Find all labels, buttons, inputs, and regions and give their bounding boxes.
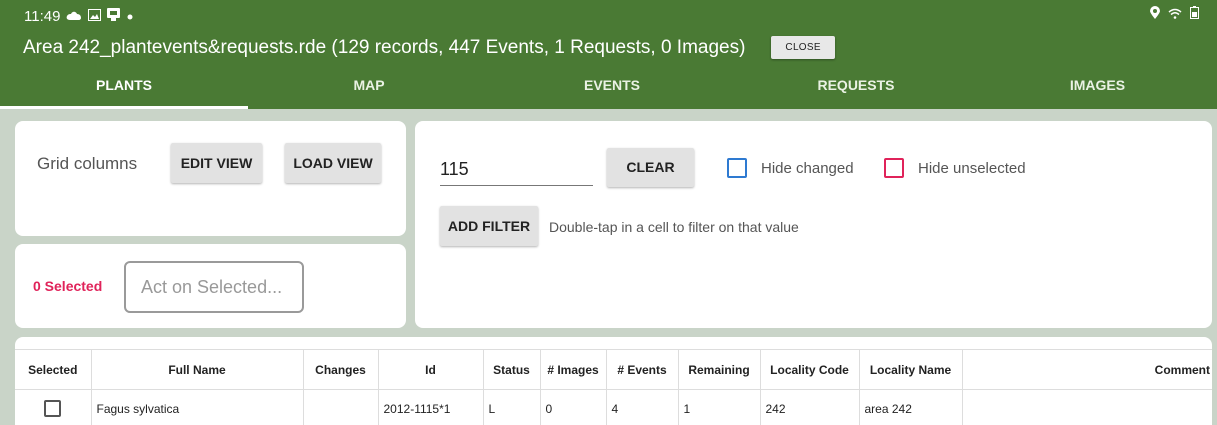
filter-hint: Double-tap in a cell to filter on that v… (549, 219, 799, 235)
tab-bar: PLANTS MAP EVENTS REQUESTS IMAGES (0, 72, 1217, 109)
app-header: 11:49 Area 242_plantevents&requests.rde … (0, 0, 1217, 109)
cell-id[interactable]: 2012-1115*1 (378, 389, 484, 425)
col-header-images[interactable]: # Images (540, 349, 607, 390)
col-header-selected[interactable]: Selected (15, 349, 92, 390)
add-filter-button[interactable]: ADD FILTER (440, 206, 538, 246)
data-grid-panel: Selected Full Name Changes Id Status # I… (15, 337, 1212, 425)
cell-events[interactable]: 4 (606, 389, 679, 425)
col-header-comment[interactable]: Comment (962, 349, 1212, 390)
load-view-button[interactable]: LOAD VIEW (285, 143, 381, 183)
hide-unselected-box[interactable] (884, 158, 904, 178)
selected-count: 0 Selected (33, 278, 103, 294)
file-title: Area 242_plantevents&requests.rde (129 r… (23, 36, 746, 58)
cell-comment[interactable] (962, 390, 1212, 425)
image-icon (88, 8, 102, 25)
status-right (1150, 6, 1199, 22)
cell-locality-code[interactable]: 242 (760, 389, 860, 425)
location-icon (1150, 6, 1160, 22)
filter-panel: CLEAR Hide changed Hide unselected ADD F… (415, 121, 1212, 328)
screen-share-icon (107, 7, 121, 25)
tab-plants[interactable]: PLANTS (0, 72, 248, 109)
col-header-locality-name[interactable]: Locality Name (859, 349, 963, 390)
hide-changed-box[interactable] (727, 158, 747, 178)
status-time: 11:49 (24, 7, 61, 25)
grid-columns-label: Grid columns (37, 154, 138, 173)
close-button[interactable]: CLOSE (771, 36, 835, 59)
tab-requests[interactable]: REQUESTS (734, 72, 978, 109)
cell-status[interactable]: L (483, 389, 541, 425)
title-row: Area 242_plantevents&requests.rde (129 r… (23, 36, 835, 59)
cell-images[interactable]: 0 (540, 389, 607, 425)
cell-full-name[interactable]: Fagus sylvatica (91, 389, 304, 425)
edit-view-button[interactable]: EDIT VIEW (171, 143, 262, 183)
act-on-selected-dropdown[interactable]: Act on Selected... (124, 261, 304, 313)
tab-images[interactable]: IMAGES (978, 72, 1217, 109)
clear-button[interactable]: CLEAR (607, 148, 694, 187)
battery-icon (1190, 6, 1199, 22)
wifi-icon (1168, 7, 1182, 22)
col-header-changes[interactable]: Changes (303, 349, 379, 390)
hide-changed-checkbox[interactable]: Hide changed (727, 158, 854, 178)
hide-unselected-label: Hide unselected (918, 159, 1026, 177)
cloud-icon (66, 8, 82, 25)
table-header-row: Selected Full Name Changes Id Status # I… (15, 349, 1212, 390)
cell-remaining[interactable]: 1 (678, 389, 761, 425)
hide-changed-label: Hide changed (761, 159, 854, 177)
hide-unselected-checkbox[interactable]: Hide unselected (884, 158, 1026, 178)
row-checkbox[interactable] (44, 400, 62, 418)
row-select-cell[interactable] (15, 389, 92, 425)
grid-columns-panel: Grid columns EDIT VIEW LOAD VIEW (15, 121, 406, 236)
col-header-remaining[interactable]: Remaining (678, 349, 761, 390)
filter-input[interactable] (440, 154, 593, 186)
dot-icon (126, 8, 134, 25)
selection-panel: 0 Selected Act on Selected... (15, 244, 406, 328)
tab-map[interactable]: MAP (248, 72, 490, 109)
col-header-status[interactable]: Status (483, 349, 541, 390)
cell-locality-name[interactable]: area 242 (859, 389, 963, 425)
col-header-events[interactable]: # Events (606, 349, 679, 390)
table-row[interactable]: Fagus sylvatica 2012-1115*1 L 0 4 1 242 … (15, 389, 1212, 425)
plants-table: Selected Full Name Changes Id Status # I… (15, 349, 1212, 425)
status-bar: 11:49 (24, 7, 134, 25)
col-header-full-name[interactable]: Full Name (91, 349, 304, 390)
cell-changes[interactable] (303, 389, 379, 425)
col-header-id[interactable]: Id (378, 349, 484, 390)
tab-events[interactable]: EVENTS (490, 72, 734, 109)
col-header-locality-code[interactable]: Locality Code (760, 349, 860, 390)
